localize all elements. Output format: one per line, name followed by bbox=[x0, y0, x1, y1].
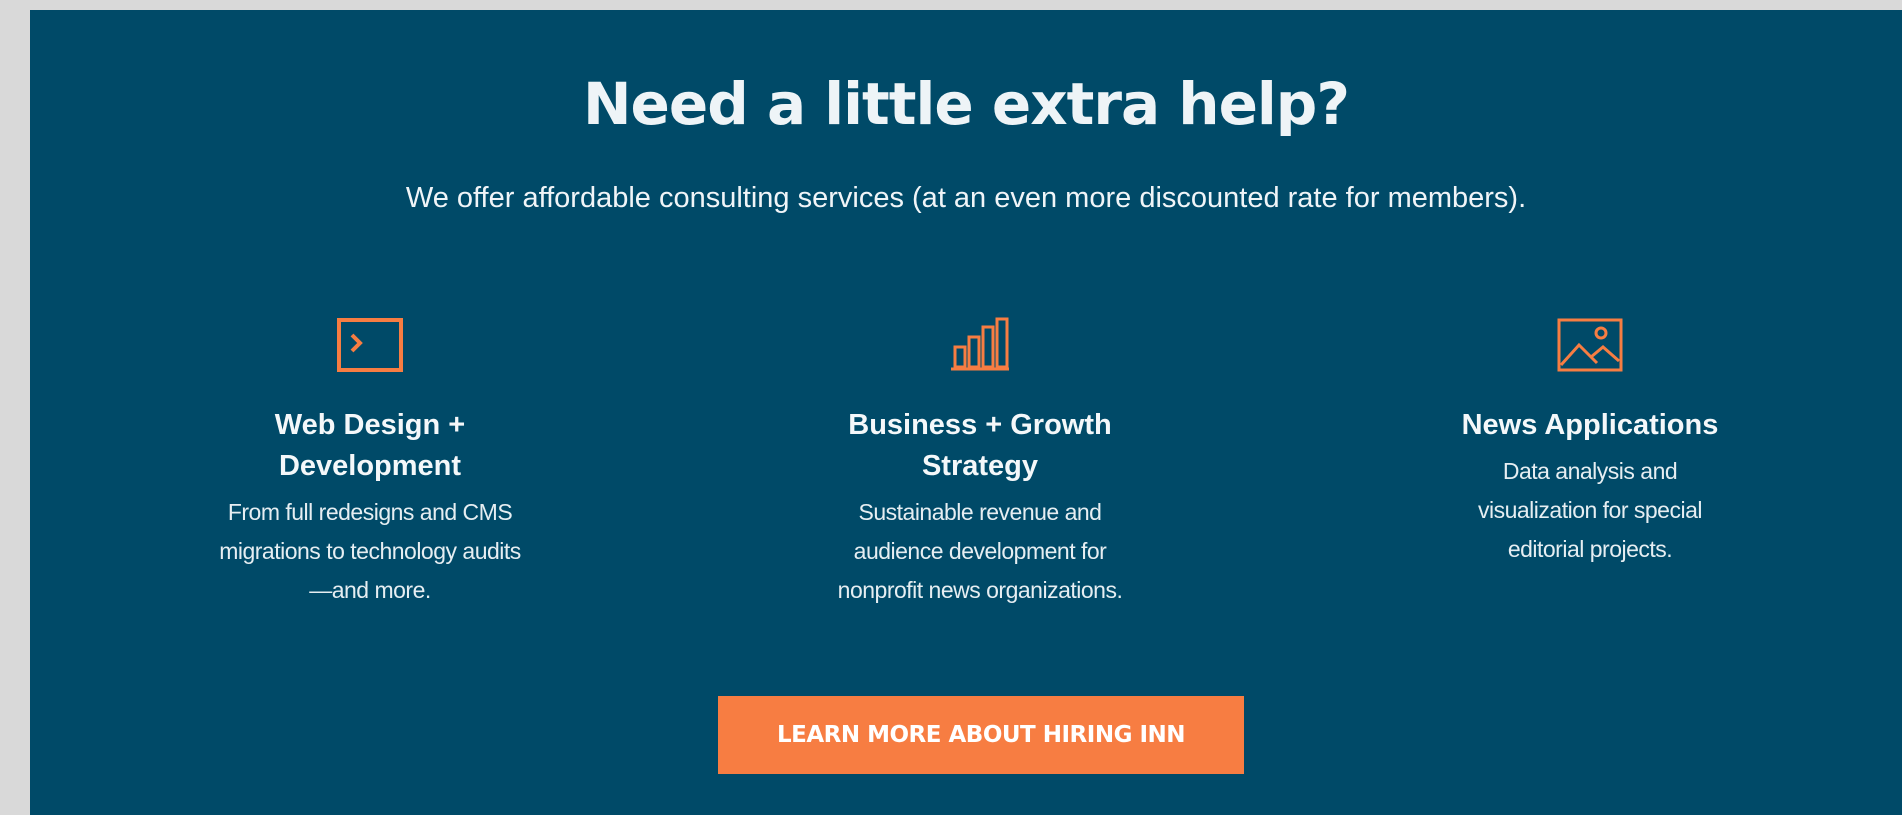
image-icon bbox=[1555, 315, 1625, 375]
service-web-design: Web Design + Development From full redes… bbox=[190, 315, 550, 610]
terminal-icon bbox=[335, 315, 405, 375]
service-business-growth: Business + Growth Strategy Sustainable r… bbox=[800, 315, 1160, 610]
learn-more-button[interactable]: LEARN MORE ABOUT HIRING INN bbox=[718, 696, 1244, 774]
bar-chart-icon bbox=[945, 315, 1015, 375]
section-subhead: We offer affordable consulting services … bbox=[405, 182, 1527, 214]
service-description: Data analysis and visualization for spec… bbox=[1477, 458, 1703, 562]
section-headline: Need a little extra help? bbox=[583, 70, 1350, 138]
service-news-applications: News Applications Data analysis and visu… bbox=[1410, 315, 1770, 569]
service-title: News Applications bbox=[1461, 409, 1719, 441]
service-description: From full redesigns and CMS migrations t… bbox=[219, 499, 521, 603]
service-title: Business + Growth Strategy bbox=[848, 409, 1112, 482]
service-description: Sustainable revenue and audience develop… bbox=[837, 499, 1123, 603]
service-title: Web Design + Development bbox=[274, 409, 466, 482]
consulting-section: Need a little extra help? We offer affor… bbox=[30, 10, 1902, 815]
